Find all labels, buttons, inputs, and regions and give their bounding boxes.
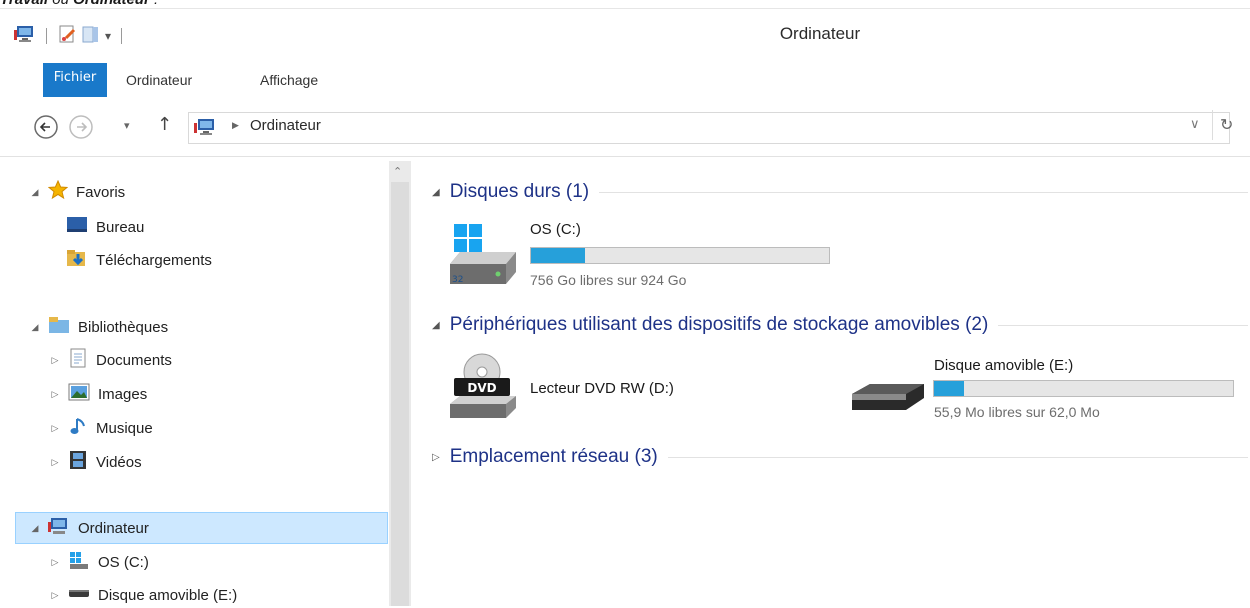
nav-label: Bibliothèques [78,318,169,336]
expand-arrow-icon[interactable]: ▷ [432,452,440,463]
svg-text:32: 32 [452,275,463,285]
nav-item-os-c[interactable]: ▷ OS (C:) [50,549,149,575]
nav-item-bureau[interactable]: Bureau [66,214,144,240]
expand-arrow-icon[interactable]: ▷ [50,389,60,400]
group-divider [667,456,1248,458]
nav-item-videos[interactable]: ▷ Vidéos [50,449,142,475]
nav-item-disque-amovible[interactable]: ▷ Disque amovible (E:) [50,582,238,608]
drive-free-space-usb: 55,9 Mo libres sur 62,0 Mo [934,404,1100,420]
scroll-up-arrow-icon[interactable]: ⌃ [393,165,402,178]
toolbar-separator [121,28,123,44]
address-divider [1212,110,1213,140]
system-drive-icon [68,550,90,574]
removable-drive-icon [68,586,90,604]
customize-toolbar-icon[interactable]: ▾ [105,29,111,43]
group-title: Périphériques utilisant des dispositifs … [449,314,989,335]
drive-usage-bar-usb [933,380,1234,397]
nav-label: OS (C:) [98,553,149,571]
breadcrumb-ordinateur[interactable]: Ordinateur [250,117,321,134]
computer-icon [194,117,218,141]
nav-label: Documents [96,351,172,369]
collapse-arrow-icon[interactable]: ◢ [432,320,440,331]
drive-name-dvd[interactable]: Lecteur DVD RW (D:) [530,380,674,397]
address-bar[interactable] [188,112,1230,144]
forward-button[interactable] [68,114,94,144]
caption-bold-2: Ordinateur [73,0,150,8]
computer-icon [48,516,70,540]
videos-icon [68,450,88,474]
collapse-arrow-icon[interactable]: ◢ [30,523,40,534]
caption-bold-1: Travail [0,0,48,8]
tab-ordinateur[interactable]: Ordinateur [126,63,192,97]
collapse-arrow-icon[interactable]: ◢ [30,187,40,198]
new-folder-icon[interactable] [81,24,101,48]
caption-mid: ou [48,0,73,8]
desktop-icon [66,216,88,238]
libraries-icon [48,315,70,339]
group-divider [998,324,1248,326]
group-header-network[interactable]: ▷ Emplacement réseau (3) [432,446,1248,468]
drive-free-space-os: 756 Go libres sur 924 Go [530,272,687,288]
caption-end: : [150,0,158,8]
drive-name-os[interactable]: OS (C:) [530,221,581,238]
tab-fichier[interactable]: Fichier [43,63,107,97]
properties-icon[interactable] [57,24,77,48]
drive-usage-fill [531,248,585,263]
group-header-hard-disks[interactable]: ◢ Disques durs (1) [432,181,1248,203]
group-divider [599,191,1248,193]
expand-arrow-icon[interactable]: ▷ [50,590,60,601]
drive-name-usb[interactable]: Disque amovible (E:) [934,357,1073,374]
recent-locations-chevron-icon[interactable]: ▾ [124,119,130,132]
quick-access-toolbar: ▾ [14,24,128,48]
expand-arrow-icon[interactable]: ▷ [50,457,60,468]
nav-item-ordinateur[interactable]: ◢ Ordinateur [30,515,149,541]
nav-label: Musique [96,419,153,437]
nav-item-images[interactable]: ▷ Images [50,381,147,407]
nav-label: Téléchargements [96,251,212,269]
up-arrow-icon[interactable]: ↑ [157,114,172,135]
dvd-drive-icon[interactable]: DVD [446,350,520,426]
tab-affichage[interactable]: Affichage [260,63,318,97]
collapse-arrow-icon[interactable]: ◢ [432,187,440,198]
nav-label: Ordinateur [78,519,149,537]
drive-usage-bar-os [530,247,830,264]
title-bar [0,8,1250,65]
nav-item-bibliotheques[interactable]: ◢ Bibliothèques [30,314,168,340]
refresh-icon[interactable]: ↻ [1220,115,1233,134]
nav-label: Favoris [76,183,126,201]
expand-arrow-icon[interactable]: ▷ [50,557,60,568]
dvd-badge: DVD [467,381,496,395]
pictures-icon [68,383,90,405]
breadcrumb-separator-icon[interactable]: ▶ [232,121,239,131]
group-title: Emplacement réseau (3) [449,446,658,467]
nav-scrollbar-thumb[interactable] [391,182,409,606]
nav-label: Bureau [96,218,145,236]
nav-label: Disque amovible (E:) [98,586,238,604]
back-button[interactable] [33,114,59,144]
drive-usage-fill [934,381,964,396]
system-drive-icon[interactable]: 32 [446,222,520,296]
group-title: Disques durs (1) [449,181,590,202]
downloads-folder-icon [66,248,88,272]
star-icon [47,179,69,204]
nav-item-favoris[interactable]: ◢ Favoris [30,179,125,205]
toolbar-separator [46,28,47,44]
nav-item-documents[interactable]: ▷ Documents [50,347,172,373]
computer-icon[interactable] [14,24,36,48]
nav-label: Images [98,385,148,403]
nav-item-musique[interactable]: ▷ Musique [50,415,153,441]
address-history-chevron-icon[interactable]: ∨ [1190,117,1200,132]
expand-arrow-icon[interactable]: ▷ [50,423,60,434]
music-note-icon [68,416,88,440]
nav-item-telechargements[interactable]: Téléchargements [66,247,212,273]
group-header-removable[interactable]: ◢ Périphériques utilisant des dispositif… [432,314,1248,336]
removable-drive-icon[interactable] [848,378,928,422]
expand-arrow-icon[interactable]: ▷ [50,355,60,366]
documents-icon [68,348,88,372]
collapse-arrow-icon[interactable]: ◢ [30,322,40,333]
nav-label: Vidéos [96,453,142,471]
